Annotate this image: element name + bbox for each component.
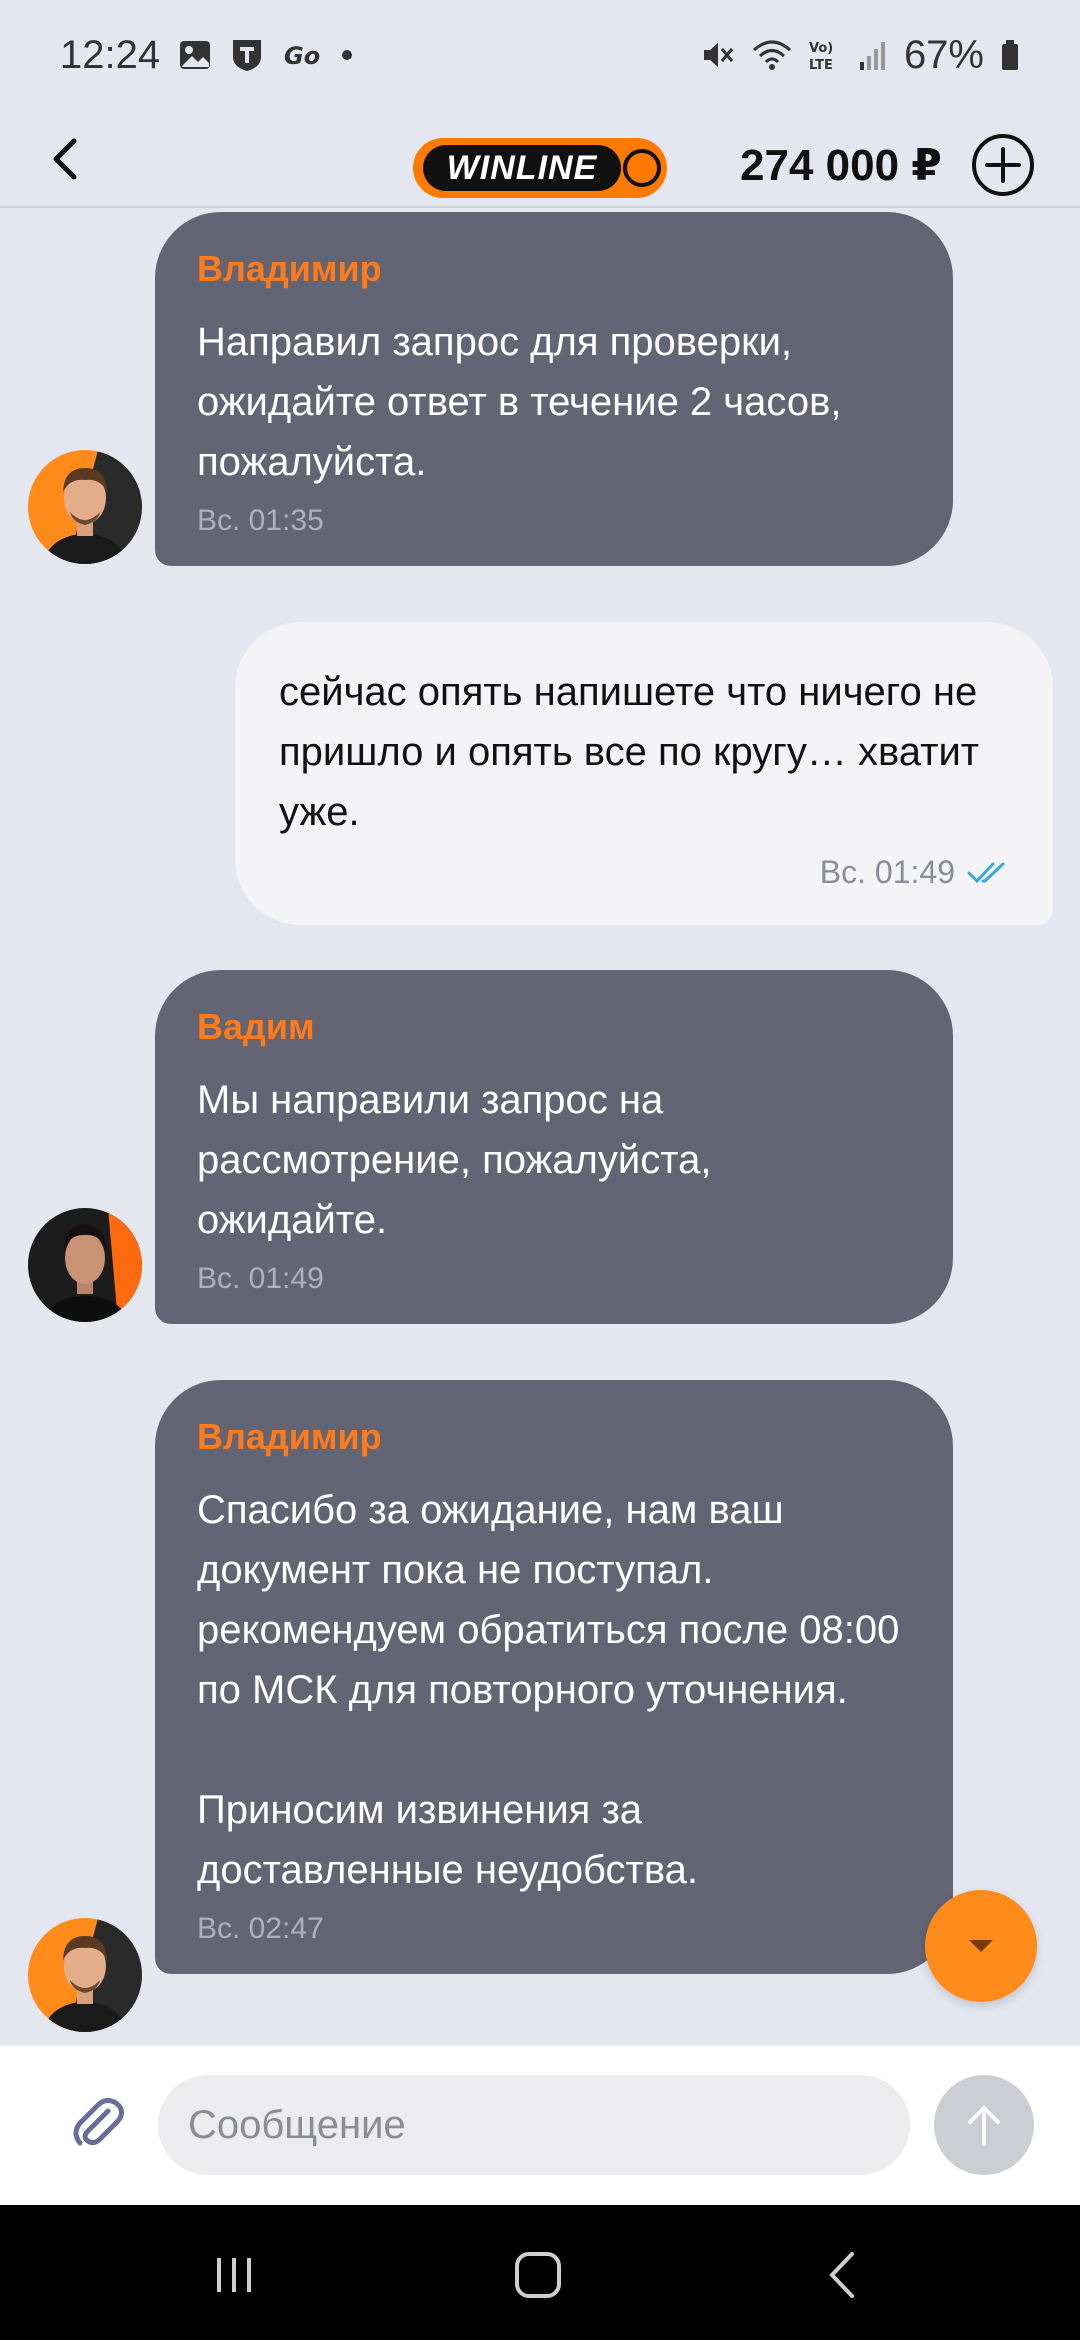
- attach-button[interactable]: [62, 2087, 134, 2159]
- sender-name: Вадим: [197, 1006, 315, 1047]
- gallery-icon: [178, 38, 212, 72]
- man-dark-avatar-icon: [28, 1208, 142, 1322]
- man-orange-avatar-icon: [28, 450, 142, 564]
- home-icon: [515, 2252, 561, 2298]
- arrow-up-icon: [968, 2106, 1000, 2146]
- volte-icon: Vo) LTE: [808, 37, 842, 73]
- message-text: Направил запрос для проверки, ожидайте о…: [197, 320, 853, 484]
- status-time: 12:24: [60, 32, 161, 77]
- avatar: [28, 1208, 142, 1322]
- svg-text:Go: Go: [284, 42, 320, 70]
- back-button[interactable]: [38, 132, 92, 186]
- balance[interactable]: 274 000 ₽: [740, 140, 942, 191]
- wifi-icon: [752, 38, 792, 72]
- signal-icon: [858, 38, 888, 72]
- mute-icon: [700, 37, 736, 73]
- scroll-to-bottom-button[interactable]: [925, 1890, 1037, 2002]
- chevron-left-icon: [53, 138, 77, 180]
- chat-area[interactable]: Владимир Направил запрос для проверки, о…: [0, 210, 1080, 2045]
- operator-message: Владимир Направил запрос для проверки, о…: [155, 212, 953, 566]
- avatar: [28, 450, 142, 564]
- recent-apps-icon: [217, 2258, 251, 2292]
- battery-icon: [1000, 38, 1020, 72]
- user-message: сейчас опять напишете что ничего не приш…: [235, 622, 1053, 925]
- message-input[interactable]: [158, 2075, 910, 2175]
- battery-percent: 67%: [903, 32, 984, 77]
- go-app-icon: Go: [282, 40, 322, 70]
- double-check-icon: [967, 862, 1005, 883]
- system-back-button[interactable]: [812, 2245, 872, 2305]
- svg-text:LTE: LTE: [809, 58, 833, 73]
- message-text: Спасибо за ожидание, нам ваш документ по…: [197, 1488, 900, 1892]
- logo-text: WINLINE: [423, 145, 621, 191]
- system-nav-bar: [0, 2205, 1080, 2340]
- shield-t-icon: [230, 37, 264, 73]
- back-chevron-icon: [829, 2252, 854, 2298]
- status-bar: 12:24 Go Vo) LTE 67%: [0, 0, 1080, 110]
- operator-message: Владимир Спасибо за ожидание, нам ваш до…: [155, 1380, 953, 1974]
- app-header: WINLINE 274 000 ₽: [0, 110, 1080, 208]
- message-text: сейчас опять напишете что ничего не приш…: [279, 670, 980, 834]
- home-button[interactable]: [508, 2245, 568, 2305]
- svg-text:Vo): Vo): [809, 41, 833, 56]
- sender-name: Владимир: [197, 1416, 382, 1457]
- message-time: Вс. 02:47: [197, 1912, 324, 1945]
- deposit-button[interactable]: [972, 134, 1034, 196]
- sender-name: Владимир: [197, 248, 382, 289]
- avatar: [28, 1918, 142, 2032]
- recent-apps-button[interactable]: [204, 2245, 264, 2305]
- logo-dot: [623, 149, 661, 187]
- message-time: Вс. 01:35: [197, 504, 324, 537]
- message-time: Вс. 01:49: [819, 854, 955, 890]
- winline-logo: WINLINE: [413, 138, 667, 198]
- message-text: Мы направили запрос на рассмотрение, пож…: [197, 1078, 723, 1242]
- plus-icon: [985, 147, 1021, 183]
- paperclip-icon: [73, 2097, 124, 2146]
- operator-message: Вадим Мы направили запрос на рассмотрени…: [155, 970, 953, 1324]
- caret-down-icon: [969, 1940, 993, 1952]
- message-time: Вс. 01:49: [197, 1262, 324, 1295]
- send-button[interactable]: [934, 2075, 1034, 2175]
- man-orange-avatar-icon: [28, 1918, 142, 2032]
- message-input-bar: [0, 2045, 1080, 2205]
- notification-dot-icon: [340, 48, 354, 62]
